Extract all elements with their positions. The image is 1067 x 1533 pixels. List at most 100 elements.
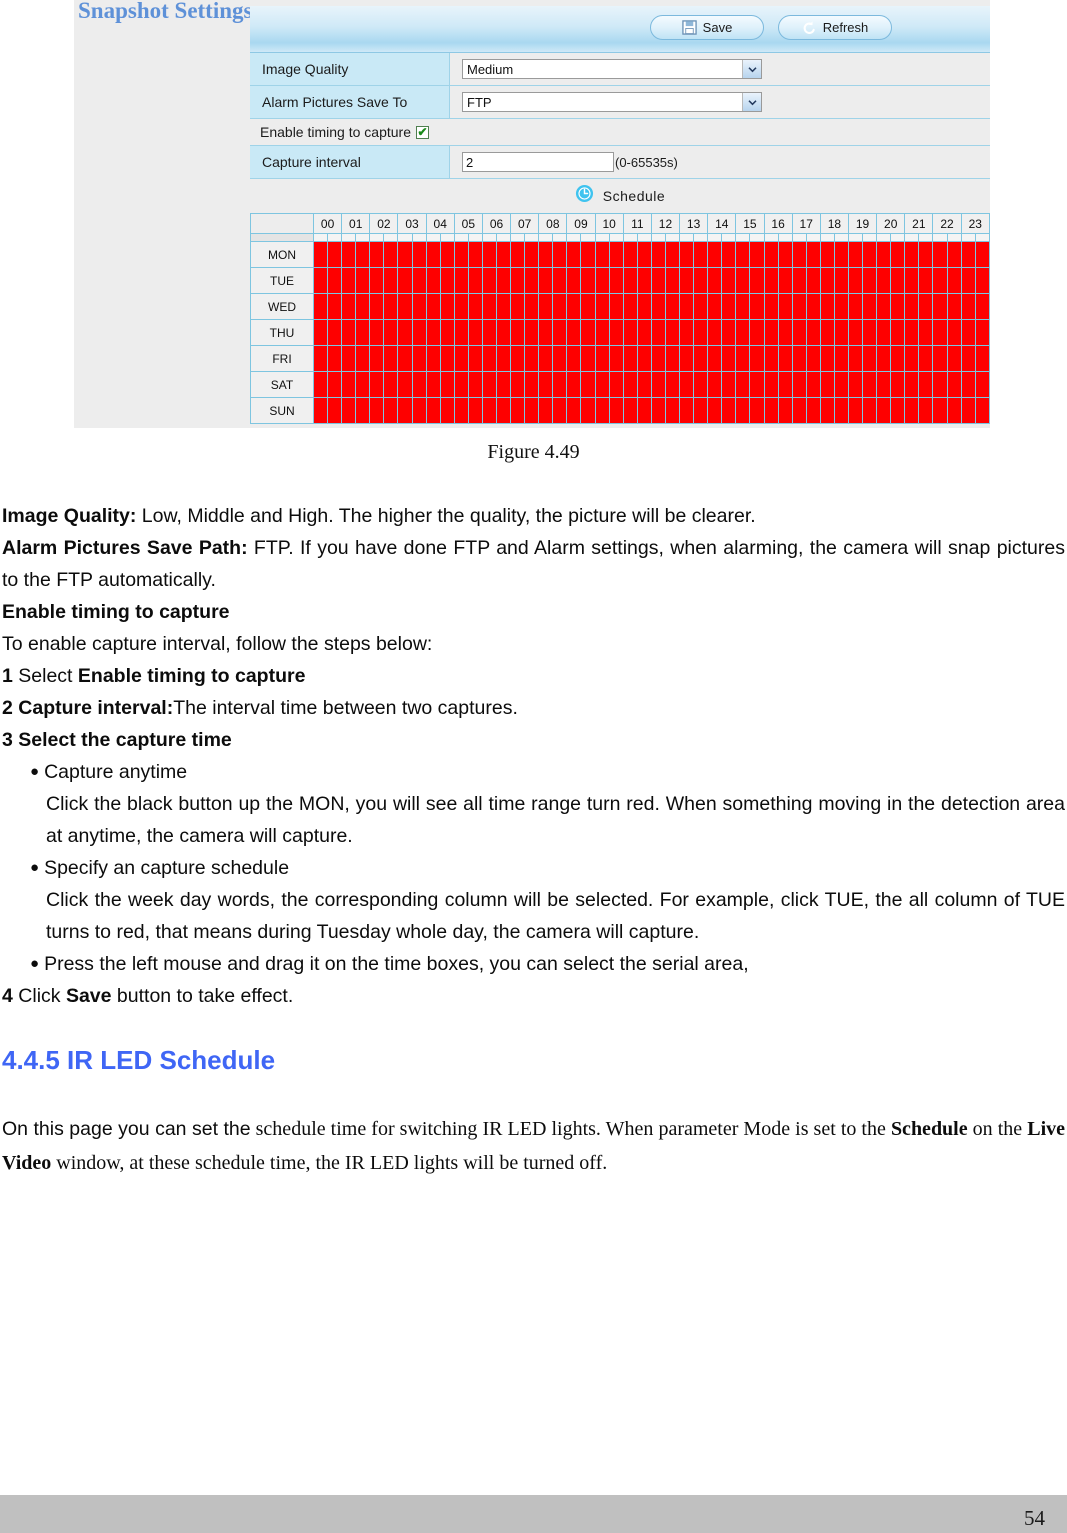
time-slot[interactable]	[862, 345, 878, 372]
time-slot[interactable]	[721, 345, 737, 372]
time-slot[interactable]	[453, 241, 469, 268]
time-slot[interactable]	[622, 319, 638, 346]
time-slot[interactable]	[538, 345, 554, 372]
time-slot[interactable]	[510, 345, 526, 372]
time-slot[interactable]	[777, 293, 793, 320]
time-slot[interactable]	[735, 319, 751, 346]
time-slot[interactable]	[327, 319, 343, 346]
time-slot[interactable]	[397, 319, 413, 346]
time-slot[interactable]	[876, 371, 892, 398]
time-slot[interactable]	[510, 397, 526, 424]
time-slot[interactable]	[636, 345, 652, 372]
time-slot[interactable]	[890, 241, 906, 268]
time-slot[interactable]	[679, 345, 695, 372]
time-slot[interactable]	[777, 267, 793, 294]
time-slot[interactable]	[327, 293, 343, 320]
time-slot[interactable]	[524, 293, 540, 320]
time-slot[interactable]	[622, 345, 638, 372]
time-slot[interactable]	[636, 267, 652, 294]
time-slot[interactable]	[664, 345, 681, 372]
time-slot[interactable]	[763, 319, 779, 346]
time-slot[interactable]	[904, 345, 920, 372]
time-slot[interactable]	[876, 241, 892, 268]
time-slot[interactable]	[749, 397, 765, 424]
time-slot[interactable]	[777, 371, 793, 398]
time-slot[interactable]	[622, 241, 638, 268]
time-slot[interactable]	[749, 267, 765, 294]
time-slot[interactable]	[974, 293, 991, 320]
time-slot[interactable]	[932, 397, 948, 424]
time-slot[interactable]	[566, 397, 582, 424]
time-slot[interactable]	[664, 397, 681, 424]
time-slot[interactable]	[327, 267, 343, 294]
time-slot[interactable]	[960, 267, 976, 294]
time-slot[interactable]	[749, 319, 765, 346]
time-slot[interactable]	[763, 345, 779, 372]
time-slot[interactable]	[833, 371, 849, 398]
time-slot[interactable]	[974, 397, 991, 424]
time-slot[interactable]	[580, 345, 596, 372]
time-slot[interactable]	[580, 241, 596, 268]
time-slot[interactable]	[636, 397, 652, 424]
time-slot[interactable]	[805, 319, 821, 346]
time-slot[interactable]	[510, 267, 526, 294]
time-slot[interactable]	[664, 267, 681, 294]
time-slot[interactable]	[481, 293, 498, 320]
time-slot[interactable]	[890, 371, 906, 398]
time-slot[interactable]	[552, 241, 568, 268]
time-slot[interactable]	[932, 345, 948, 372]
time-slot[interactable]	[707, 267, 723, 294]
time-slot[interactable]	[496, 293, 512, 320]
time-slot[interactable]	[946, 293, 962, 320]
time-slot[interactable]	[819, 345, 835, 372]
time-slot[interactable]	[411, 267, 427, 294]
time-slot[interactable]	[453, 319, 469, 346]
time-slot[interactable]	[369, 345, 385, 372]
time-slot[interactable]	[791, 345, 807, 372]
time-slot[interactable]	[876, 397, 892, 424]
time-slot[interactable]	[411, 345, 427, 372]
time-slot[interactable]	[566, 267, 582, 294]
time-slot[interactable]	[707, 241, 723, 268]
time-slot[interactable]	[918, 345, 934, 372]
time-slot[interactable]	[735, 241, 751, 268]
time-slot[interactable]	[693, 293, 709, 320]
time-slot[interactable]	[327, 241, 343, 268]
day-label-tue[interactable]: TUE	[250, 267, 314, 294]
time-slot[interactable]	[439, 371, 455, 398]
time-slot[interactable]	[383, 293, 399, 320]
time-slot[interactable]	[904, 397, 920, 424]
time-slot[interactable]	[960, 241, 976, 268]
time-slot[interactable]	[608, 267, 624, 294]
time-slot[interactable]	[566, 371, 582, 398]
time-slot[interactable]	[467, 293, 483, 320]
time-slot[interactable]	[946, 267, 962, 294]
time-slot[interactable]	[341, 241, 357, 268]
time-slot[interactable]	[355, 345, 371, 372]
time-slot[interactable]	[946, 371, 962, 398]
time-slot[interactable]	[383, 371, 399, 398]
time-slot[interactable]	[664, 293, 681, 320]
time-slot[interactable]	[974, 345, 991, 372]
day-label-wed[interactable]: WED	[250, 293, 314, 320]
time-slot[interactable]	[650, 345, 666, 372]
time-slot[interactable]	[552, 397, 568, 424]
time-slot[interactable]	[707, 293, 723, 320]
time-slot[interactable]	[974, 267, 991, 294]
time-slot[interactable]	[552, 293, 568, 320]
time-slot[interactable]	[594, 397, 610, 424]
time-slot[interactable]	[411, 293, 427, 320]
time-slot[interactable]	[453, 371, 469, 398]
time-slot[interactable]	[496, 319, 512, 346]
time-slot[interactable]	[425, 319, 441, 346]
time-slot[interactable]	[312, 293, 329, 320]
time-slot[interactable]	[777, 397, 793, 424]
time-slot[interactable]	[904, 241, 920, 268]
time-slot[interactable]	[580, 397, 596, 424]
time-slot[interactable]	[650, 371, 666, 398]
time-slot[interactable]	[580, 267, 596, 294]
schedule-grid[interactable]: 00 01 02 03 04 05 06 07 08 09 10 11 12 13 14 15 16 17 18 19…	[250, 213, 991, 424]
time-slot[interactable]	[763, 267, 779, 294]
time-slot[interactable]	[397, 267, 413, 294]
time-slot[interactable]	[355, 241, 371, 268]
